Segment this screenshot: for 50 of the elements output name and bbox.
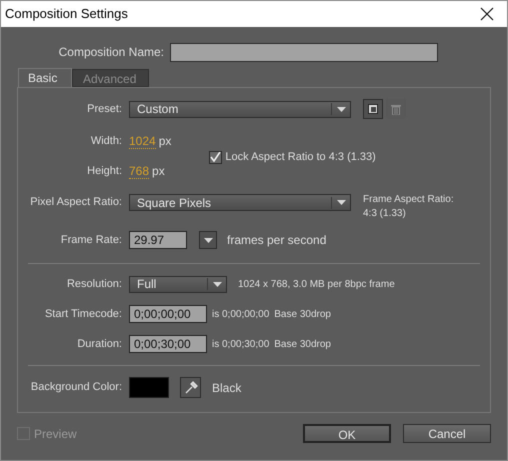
info-value: 4:3 (1.33) (363, 207, 407, 221)
pixel-aspect-dropdown[interactable]: Square Pixels (129, 194, 351, 211)
field-label: Preset: (86, 102, 123, 117)
checkbox-label: Preview (34, 426, 77, 442)
field-label: Resolution: (66, 276, 123, 292)
info-label: Frame Aspect Ratio: (363, 193, 454, 207)
checkbox-label: Lock Aspect Ratio to 4:3 (1.33) (225, 150, 376, 165)
unit-label: px (152, 163, 165, 180)
height-value[interactable]: 768 (129, 164, 150, 178)
close-button[interactable] (479, 6, 495, 22)
field-label: Pixel Aspect Ratio: (29, 195, 123, 210)
unit-label: px (158, 133, 172, 150)
window-title: Composition Settings (5, 5, 128, 24)
color-swatch[interactable] (129, 377, 169, 398)
preset-dropdown[interactable]: Custom (129, 100, 351, 118)
eyedropper-button[interactable] (180, 377, 201, 398)
info-text: is 0;00;30;00 (212, 338, 270, 352)
tab[interactable]: Basic (18, 68, 72, 87)
info-text: 1024 x 768, 3.0 MB per 8bpc frame (238, 278, 395, 292)
field-label: Duration: (76, 336, 123, 352)
start-timecode-field[interactable]: 0;00;00;00 (129, 305, 207, 323)
trash-icon (391, 104, 401, 114)
info-text: Base 30drop (274, 308, 331, 322)
field-label: Width: (90, 134, 123, 149)
caret-icon (337, 200, 346, 205)
save-preset-button[interactable] (363, 99, 383, 119)
field-label: Composition Name: (58, 44, 165, 61)
field-label: Start Timecode: (44, 306, 123, 322)
ok-button[interactable]: OK (303, 424, 391, 443)
caret-icon (337, 106, 346, 112)
duration-field[interactable]: 0;00;30;00 (129, 335, 207, 353)
close-icon (480, 7, 494, 21)
cancel-button[interactable]: Cancel (403, 424, 491, 443)
field-label: Background Color: (30, 380, 123, 396)
caret-icon (213, 282, 222, 286)
resolution-dropdown[interactable]: Full (129, 276, 227, 292)
unit-label: frames per second (227, 232, 326, 249)
info-text: is 0;00;00;00 (212, 308, 270, 322)
frame-rate-menu-button[interactable] (199, 231, 217, 249)
field-label: Height: (86, 164, 123, 179)
width-value[interactable]: 1024 (129, 134, 156, 148)
checkmark-icon (210, 152, 222, 162)
field-label: Frame Rate: (60, 232, 123, 248)
caret-icon (204, 238, 212, 242)
tab[interactable]: Advanced (72, 69, 149, 87)
name-field[interactable] (170, 42, 438, 62)
color-name: Black (212, 380, 242, 396)
frame-rate-field[interactable]: 29.97 (129, 231, 187, 249)
info-text: Base 30drop (274, 338, 331, 352)
lock-aspect-checkbox[interactable] (209, 150, 222, 164)
